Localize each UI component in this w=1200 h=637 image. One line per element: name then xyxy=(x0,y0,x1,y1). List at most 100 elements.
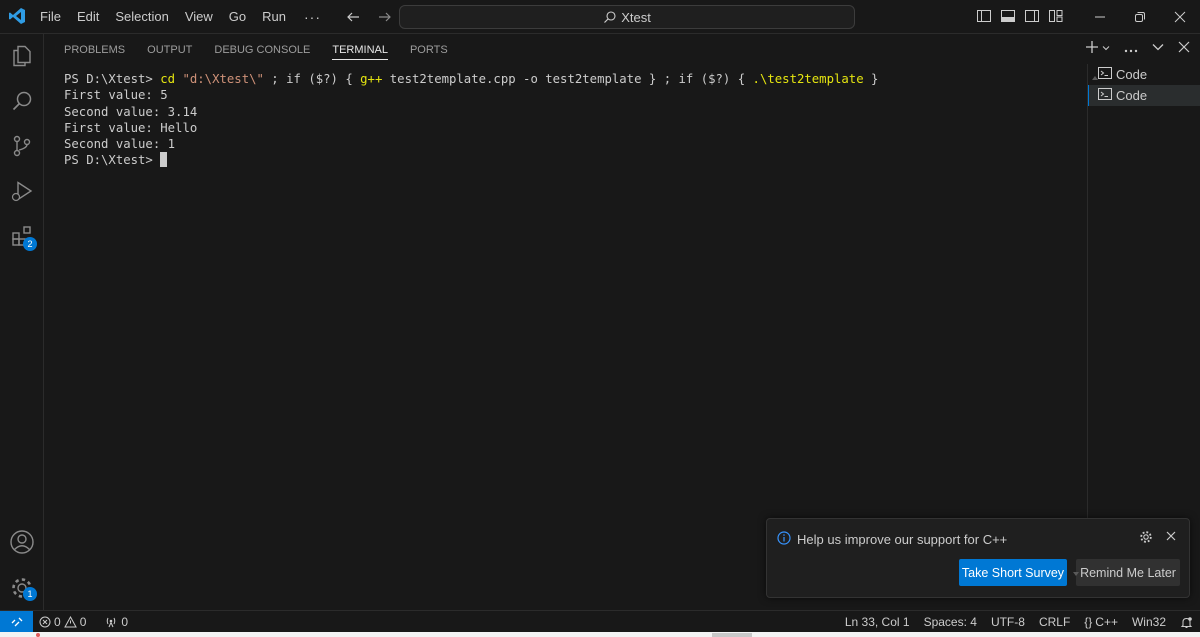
taskbar-indicator xyxy=(36,633,40,637)
notification-message: Help us improve our support for C++ xyxy=(777,531,1007,548)
terminal-cursor xyxy=(160,152,168,168)
terminal-output[interactable]: PS D:\Xtest> cd "d:\Xtest\" ; if ($?) { … xyxy=(64,71,878,169)
terminal-list-item[interactable]: Code xyxy=(1088,64,1200,85)
scroll-down-icon[interactable] xyxy=(1072,566,1080,581)
terminal-list-item[interactable]: Code xyxy=(1088,85,1200,106)
minimize-icon[interactable] xyxy=(1080,0,1120,34)
error-count: 0 xyxy=(54,615,61,629)
extensions-badge: 2 xyxy=(23,237,37,251)
terminal-cmd-segment: ; if ($?) { xyxy=(263,72,361,86)
error-icon xyxy=(39,616,51,628)
source-control-icon[interactable] xyxy=(8,132,36,160)
terminal-cmd-segment: } xyxy=(863,72,879,86)
new-terminal-icon[interactable] xyxy=(1085,40,1099,57)
terminal-cmd-cd: cd xyxy=(160,72,176,86)
navigation-arrows xyxy=(342,6,396,28)
back-arrow-icon[interactable] xyxy=(342,6,364,28)
activity-bar: 2 1 xyxy=(0,34,44,610)
terminal-list-label: Code xyxy=(1116,67,1148,82)
encoding[interactable]: UTF-8 xyxy=(984,615,1032,629)
terminal-icon xyxy=(1098,66,1112,83)
remote-indicator-icon[interactable] xyxy=(0,611,33,633)
panel-actions xyxy=(1085,40,1191,57)
terminal-cmd-segment: test2template.cpp -o test2template } ; i… xyxy=(382,72,753,86)
toggle-secondary-sidebar-icon[interactable] xyxy=(1024,8,1040,27)
warning-icon xyxy=(63,616,77,628)
status-right: Ln 33, Col 1 Spaces: 4 UTF-8 CRLF {} C++… xyxy=(838,611,1200,633)
notification-close-icon[interactable] xyxy=(1165,530,1177,545)
terminal-list-label: Code xyxy=(1116,88,1148,103)
customize-layout-icon[interactable] xyxy=(1048,8,1064,27)
menu-more-icon[interactable]: ··· xyxy=(294,9,331,25)
tab-debug-console[interactable]: DEBUG CONSOLE xyxy=(214,42,310,60)
remind-later-button[interactable]: Remind Me Later xyxy=(1076,559,1180,586)
menu-go[interactable]: Go xyxy=(221,5,254,29)
forward-arrow-icon[interactable] xyxy=(374,6,396,28)
tab-problems[interactable]: PROBLEMS xyxy=(64,42,125,60)
layout-controls xyxy=(976,8,1064,27)
platform[interactable]: Win32 xyxy=(1125,615,1173,629)
command-center-search[interactable]: Xtest xyxy=(399,5,855,29)
taskbar-edge xyxy=(0,632,1200,637)
terminal-line: First value: Hello xyxy=(64,120,198,135)
restore-icon[interactable] xyxy=(1120,0,1160,34)
more-actions-icon[interactable] xyxy=(1123,41,1139,56)
close-window-icon[interactable] xyxy=(1160,0,1200,34)
notifications-bell-icon[interactable] xyxy=(1173,616,1200,629)
notification-toast: Help us improve our support for C++ Take… xyxy=(766,518,1190,598)
menu-selection[interactable]: Selection xyxy=(107,5,176,29)
accounts-icon[interactable] xyxy=(8,528,36,556)
terminal-list-divider xyxy=(1087,64,1088,584)
ports-status[interactable]: 0 xyxy=(97,615,135,629)
terminal-prompt-line: PS D:\Xtest> xyxy=(64,152,878,168)
toggle-panel-icon[interactable] xyxy=(1000,8,1016,27)
maximize-panel-icon[interactable] xyxy=(1151,40,1165,57)
broadcast-icon xyxy=(107,617,116,628)
terminal-line: Second value: 3.14 xyxy=(64,104,198,119)
language-mode[interactable]: {} C++ xyxy=(1077,615,1125,629)
terminal-cmd-gpp: g++ xyxy=(360,72,383,86)
take-survey-button[interactable]: Take Short Survey xyxy=(959,559,1067,586)
explorer-icon[interactable] xyxy=(8,42,36,70)
end-of-line[interactable]: CRLF xyxy=(1032,615,1077,629)
tab-terminal[interactable]: TERMINAL xyxy=(332,42,388,60)
status-left: 0 0 0 xyxy=(39,611,135,633)
cursor-position[interactable]: Ln 33, Col 1 xyxy=(838,615,917,629)
terminal-list: Code Code xyxy=(1088,64,1200,106)
search-icon xyxy=(604,11,616,23)
menu-bar: File Edit Selection View Go Run ··· xyxy=(40,0,331,34)
toggle-primary-sidebar-icon[interactable] xyxy=(976,8,992,27)
tab-output[interactable]: OUTPUT xyxy=(147,42,192,60)
terminal-icon xyxy=(1098,87,1112,104)
command-center-title: Xtest xyxy=(621,9,651,25)
notification-settings-gear-icon[interactable] xyxy=(1139,530,1153,547)
ports-count: 0 xyxy=(121,615,129,629)
menu-edit[interactable]: Edit xyxy=(69,5,107,29)
status-bar: 0 0 0 Ln 33, Col 1 Spaces: 4 UTF-8 CRLF … xyxy=(0,610,1200,633)
menu-run[interactable]: Run xyxy=(254,5,294,29)
vscode-logo-icon xyxy=(8,7,26,25)
search-icon[interactable] xyxy=(8,87,36,115)
menu-file[interactable]: File xyxy=(40,5,69,29)
terminal-line: First value: 5 xyxy=(64,88,168,103)
menu-view[interactable]: View xyxy=(177,5,221,29)
terminal-command-line: PS D:\Xtest> cd "d:\Xtest\" ; if ($?) { … xyxy=(64,71,878,87)
close-panel-icon[interactable] xyxy=(1177,40,1191,57)
terminal-cmd-path: "d:\Xtest\" xyxy=(182,72,264,86)
taskbar-indicator xyxy=(712,633,752,637)
language-label: C++ xyxy=(1095,615,1118,629)
manage-badge: 1 xyxy=(23,587,37,601)
terminal-prompt: PS D:\Xtest> xyxy=(64,72,161,86)
notification-text: Help us improve our support for C++ xyxy=(797,532,1008,547)
indentation[interactable]: Spaces: 4 xyxy=(917,615,984,629)
chevron-down-icon[interactable] xyxy=(1101,41,1111,56)
terminal-line: Second value: 1 xyxy=(64,137,176,152)
run-and-debug-icon[interactable] xyxy=(8,177,36,205)
warning-count: 0 xyxy=(79,615,87,629)
title-bar: File Edit Selection View Go Run ··· Xtes… xyxy=(0,0,1200,34)
tab-ports[interactable]: PORTS xyxy=(410,42,448,60)
panel-tabs: PROBLEMS OUTPUT DEBUG CONSOLE TERMINAL P… xyxy=(64,42,470,60)
problems-status[interactable]: 0 0 xyxy=(39,615,93,629)
braces-icon: {} xyxy=(1084,615,1093,629)
terminal-cmd-run: .\test2template xyxy=(752,72,864,86)
